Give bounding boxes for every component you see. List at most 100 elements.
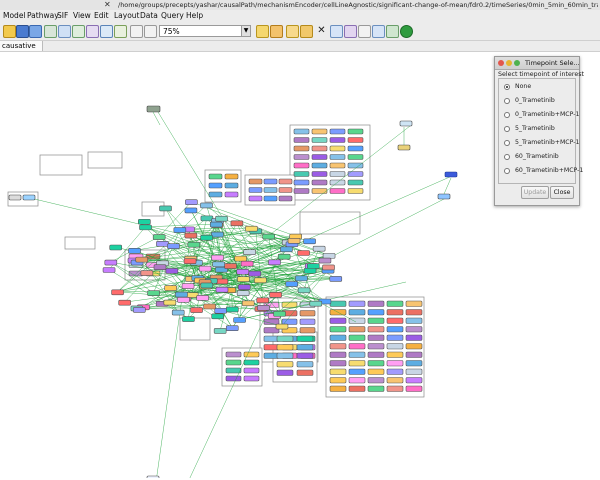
radio-none[interactable]: [504, 84, 510, 90]
highlight-icon[interactable]: [256, 25, 269, 38]
gene-node[interactable]: [330, 155, 345, 160]
gene-node[interactable]: [295, 276, 307, 281]
gene-node[interactable]: [213, 262, 225, 267]
gene-node[interactable]: [387, 301, 403, 307]
compound-group[interactable]: [65, 237, 95, 249]
gene-node[interactable]: [294, 129, 309, 134]
radio-0-trametinib-mcp1[interactable]: [504, 112, 510, 118]
gene-node[interactable]: [368, 369, 384, 375]
gene-node[interactable]: [276, 324, 288, 329]
gene-node[interactable]: [348, 180, 363, 185]
gene-node[interactable]: [237, 269, 249, 274]
gene-node[interactable]: [348, 163, 363, 168]
chevron-down-icon[interactable]: ▼: [241, 25, 251, 37]
gene-node[interactable]: [368, 335, 384, 341]
gene-node[interactable]: [148, 291, 160, 296]
gene-node[interactable]: [330, 369, 346, 375]
gene-node[interactable]: [297, 362, 313, 368]
gene-node[interactable]: [349, 369, 365, 375]
gene-node[interactable]: [191, 308, 203, 313]
gene-node[interactable]: [159, 206, 171, 211]
gene-node[interactable]: [269, 260, 281, 265]
gene-node[interactable]: [300, 319, 315, 325]
gene-node[interactable]: [297, 353, 313, 359]
gene-node[interactable]: [201, 283, 213, 288]
gene-node[interactable]: [215, 308, 227, 313]
gene-node[interactable]: [201, 235, 213, 240]
gene-node[interactable]: [387, 361, 403, 367]
gene-node[interactable]: [119, 300, 131, 305]
gene-node[interactable]: [330, 146, 345, 151]
gene-node[interactable]: [280, 247, 292, 252]
gene-node[interactable]: [310, 301, 322, 306]
maximize-window-icon[interactable]: [514, 60, 520, 66]
highlight-2-icon[interactable]: [270, 25, 283, 38]
gene-node[interactable]: [330, 352, 346, 358]
compound-group[interactable]: [40, 155, 82, 175]
gene-node[interactable]: [312, 129, 327, 134]
gene-node[interactable]: [234, 318, 246, 323]
gene-node[interactable]: [304, 268, 316, 273]
gene-node[interactable]: [237, 277, 249, 282]
gene-node[interactable]: [244, 352, 259, 357]
gene-node[interactable]: [323, 265, 335, 270]
menu-sif[interactable]: SIF: [57, 10, 68, 22]
gene-node[interactable]: [349, 344, 365, 350]
gene-node[interactable]: [278, 254, 290, 259]
gene-node[interactable]: [277, 370, 293, 376]
gene-node[interactable]: [387, 335, 403, 341]
gene-node[interactable]: [225, 183, 238, 188]
gene-node[interactable]: [330, 344, 346, 350]
gene-node[interactable]: [349, 361, 365, 367]
gene-node[interactable]: [349, 386, 365, 392]
gene-node[interactable]: [201, 216, 213, 221]
gene-node[interactable]: [216, 216, 228, 221]
gene-node[interactable]: [238, 285, 250, 290]
gene-node[interactable]: [235, 256, 247, 261]
gene-node[interactable]: [406, 386, 422, 392]
gene-node[interactable]: [349, 327, 365, 333]
update-button[interactable]: Update: [521, 186, 549, 199]
gene-node[interactable]: [182, 317, 194, 322]
gene-node[interactable]: [312, 180, 327, 185]
gene-node[interactable]: [406, 361, 422, 367]
layout-5-icon[interactable]: [100, 25, 113, 38]
gene-node[interactable]: [330, 361, 346, 367]
gene-node[interactable]: [406, 378, 422, 384]
gene-node[interactable]: [330, 327, 346, 333]
gene-node[interactable]: [209, 183, 222, 188]
gene-node[interactable]: [319, 258, 331, 263]
gene-node[interactable]: [406, 369, 422, 375]
gene-node[interactable]: [279, 179, 292, 184]
gene-node[interactable]: [211, 232, 223, 237]
gene-node[interactable]: [249, 188, 262, 193]
gene-node[interactable]: [406, 301, 422, 307]
gene-node[interactable]: [245, 226, 257, 231]
gene-node[interactable]: [226, 360, 241, 365]
gene-node[interactable]: [210, 222, 222, 227]
gene-node[interactable]: [312, 155, 327, 160]
tab-causative[interactable]: causative: [0, 41, 43, 51]
layout-4-icon[interactable]: [86, 25, 99, 38]
gene-node[interactable]: [138, 219, 150, 224]
compound-group[interactable]: [88, 152, 122, 168]
gene-node[interactable]: [184, 259, 196, 264]
gene-node[interactable]: [294, 155, 309, 160]
layout-6-icon[interactable]: [114, 25, 127, 38]
gene-node[interactable]: [312, 172, 327, 177]
remove-highlight-icon[interactable]: ✕: [316, 25, 327, 36]
gene-node[interactable]: [279, 188, 292, 193]
gene-node[interactable]: [204, 304, 216, 309]
gene-node[interactable]: [368, 361, 384, 367]
gene-node[interactable]: [270, 292, 282, 297]
gene-node[interactable]: [257, 298, 269, 303]
gene-node[interactable]: [147, 106, 160, 112]
gene-node[interactable]: [140, 225, 152, 230]
gene-node[interactable]: [294, 138, 309, 143]
radio-60-trametinib[interactable]: [504, 154, 510, 160]
compound-group[interactable]: [300, 212, 360, 234]
gene-node[interactable]: [313, 246, 325, 251]
gene-node[interactable]: [136, 257, 148, 262]
close-window-icon[interactable]: [498, 60, 504, 66]
gene-node[interactable]: [185, 208, 197, 213]
